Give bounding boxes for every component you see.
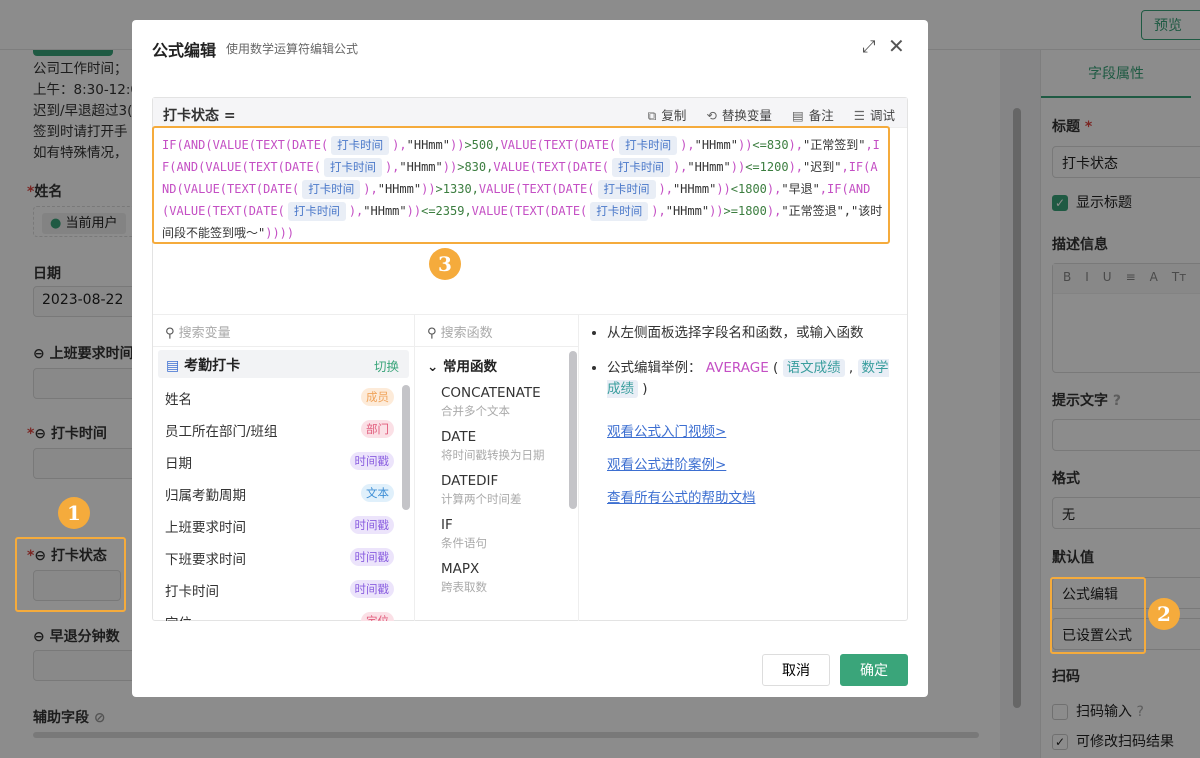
function-desc: 将时间戳转换为日期 (441, 448, 545, 462)
form-selector: ▤ 考勤打卡 切换 (158, 350, 409, 378)
close-icon[interactable]: ✕ (888, 34, 905, 58)
variables-pane: ⚲ 搜索变量 ▤ 考勤打卡 切换 姓名 成员 员工所在部门/班组 部门 日期 时间戳 归属考勤… (153, 315, 415, 621)
annotation-box-1 (15, 537, 126, 612)
function-name: DATEDIF (441, 473, 499, 489)
toolbar-label: 替换变量 (721, 108, 772, 123)
annotation-badge-3: 3 (429, 248, 461, 280)
variable-name: 姓名 (165, 392, 192, 408)
variable-item[interactable]: 下班要求时间 时间戳 (153, 541, 414, 573)
function-name: CONCATENATE (441, 385, 541, 401)
toolbar-button[interactable]: ⧉ 复制 (647, 105, 686, 124)
variable-item[interactable]: 归属考勤周期 文本 (153, 477, 414, 509)
dialog-subtitle: 使用数学运算符编辑公式 (226, 42, 359, 56)
variable-name: 打卡时间 (165, 584, 219, 600)
cancel-button[interactable]: 取消 (762, 654, 830, 686)
help-example: 公式编辑举例： AVERAGE ( 语文成绩 , 数学成绩 ) (607, 358, 895, 400)
variable-type-tag: 定位 (361, 612, 394, 621)
search-icon: ⚲ (427, 326, 441, 341)
annotation-box-3 (152, 126, 890, 244)
variable-search[interactable]: ⚲ 搜索变量 (153, 315, 414, 347)
function-item[interactable]: DATE 将时间戳转换为日期 (415, 427, 578, 471)
confirm-button[interactable]: 确定 (840, 654, 908, 686)
functions-pane: ⚲ 搜索函数 ⌄ 常用函数 CONCATENATE 合并多个文本 DATE 将时间戳转… (415, 315, 579, 621)
dialog-title: 公式编辑 (152, 41, 217, 60)
toolbar-label: 复制 (661, 108, 687, 123)
functions-scrollbar[interactable] (569, 351, 577, 509)
variable-type-tag: 时间戳 (349, 580, 394, 598)
function-desc: 条件语句 (441, 536, 487, 550)
variable-type-tag: 时间戳 (349, 516, 394, 534)
help-tip: 从左侧面板选择字段名和函数，或输入函数 (607, 323, 895, 344)
editor-toolbar: ⧉ 复制 ⟲ 替换变量 ▤ 备注 ☰ 调试 (647, 105, 895, 124)
function-search[interactable]: ⚲ 搜索函数 (415, 315, 578, 347)
intro-video-link[interactable]: 观看公式入门视频> (607, 422, 895, 443)
toolbar-button[interactable]: ▤ 备注 (792, 105, 834, 124)
variable-name: 上班要求时间 (165, 520, 246, 536)
toolbar-label: 备注 (808, 108, 834, 123)
variable-item[interactable]: 姓名 成员 (153, 381, 414, 413)
expand-icon[interactable]: ⤢ (862, 37, 876, 57)
advanced-cases-link[interactable]: 观看公式进阶案例> (607, 455, 895, 476)
switch-form-link[interactable]: 切换 (374, 356, 399, 375)
toolbar-label: 调试 (869, 108, 895, 123)
function-name: DATE (441, 429, 477, 445)
debug-icon: ☰ (853, 108, 865, 123)
replace-icon: ⟲ (706, 108, 717, 123)
function-name: IF (441, 517, 453, 533)
editor-header: 打卡状态 = ⧉ 复制 ⟲ 替换变量 ▤ 备注 ☰ 调试 (153, 98, 907, 128)
variable-type-tag: 成员 (361, 388, 394, 406)
function-name: MAPX (441, 561, 480, 577)
variable-type-tag: 部门 (361, 420, 394, 438)
form-icon: ▤ (166, 358, 185, 374)
variable-type-tag: 文本 (361, 484, 394, 502)
variable-name: 日期 (165, 456, 192, 472)
help-pane: 从左侧面板选择字段名和函数，或输入函数 公式编辑举例： AVERAGE ( 语文… (579, 315, 909, 621)
function-desc: 计算两个时间差 (441, 492, 522, 506)
function-item[interactable]: MAPX 跨表取数 (415, 559, 578, 603)
variables-scrollbar[interactable] (402, 385, 410, 510)
variable-item[interactable]: 员工所在部门/班组 部门 (153, 413, 414, 445)
variable-name: 归属考勤周期 (165, 488, 246, 504)
help-content: 从左侧面板选择字段名和函数，或输入函数 公式编辑举例： AVERAGE ( 语文… (579, 315, 909, 422)
function-item[interactable]: IF 条件语句 (415, 515, 578, 559)
annotation-badge-1: 1 (58, 497, 90, 529)
toolbar-button[interactable]: ⟲ 替换变量 (706, 105, 772, 124)
copy-icon: ⧉ (647, 108, 657, 123)
variable-name: 下班要求时间 (165, 552, 246, 568)
editor-panes: ⚲ 搜索变量 ▤ 考勤打卡 切换 姓名 成员 员工所在部门/班组 部门 日期 时间戳 归属考勤… (153, 314, 907, 621)
annotation-box-2 (1050, 577, 1146, 654)
variable-name: 定位 (165, 616, 192, 621)
chevron-down-icon: ⌄ (427, 359, 444, 375)
help-docs-link[interactable]: 查看所有公式的帮助文档 (607, 488, 895, 509)
function-desc: 跨表取数 (441, 580, 487, 594)
annotation-badge-2: 2 (1148, 598, 1180, 630)
variable-item[interactable]: 日期 时间戳 (153, 445, 414, 477)
variable-name: 员工所在部门/班组 (165, 424, 278, 440)
function-item[interactable]: DATEDIF 计算两个时间差 (415, 471, 578, 515)
function-group[interactable]: ⌄ 常用函数 (415, 347, 578, 383)
formula-target: 打卡状态 = (163, 108, 236, 124)
note-icon: ▤ (791, 108, 804, 123)
search-icon: ⚲ (165, 326, 179, 341)
formula-editor-dialog: 公式编辑 使用数学运算符编辑公式 ⤢ ✕ 打卡状态 = ⧉ 复制 ⟲ 替换变量 ▤ 备注 ☰… (132, 20, 928, 697)
function-item[interactable]: CONCATENATE 合并多个文本 (415, 383, 578, 427)
variable-type-tag: 时间戳 (349, 452, 394, 470)
variable-item[interactable]: 定位 定位 (153, 605, 414, 621)
function-desc: 合并多个文本 (441, 404, 510, 418)
variable-item[interactable]: 打卡时间 时间戳 (153, 573, 414, 605)
variable-item[interactable]: 上班要求时间 时间戳 (153, 509, 414, 541)
variable-type-tag: 时间戳 (349, 548, 394, 566)
toolbar-button[interactable]: ☰ 调试 (854, 105, 895, 124)
